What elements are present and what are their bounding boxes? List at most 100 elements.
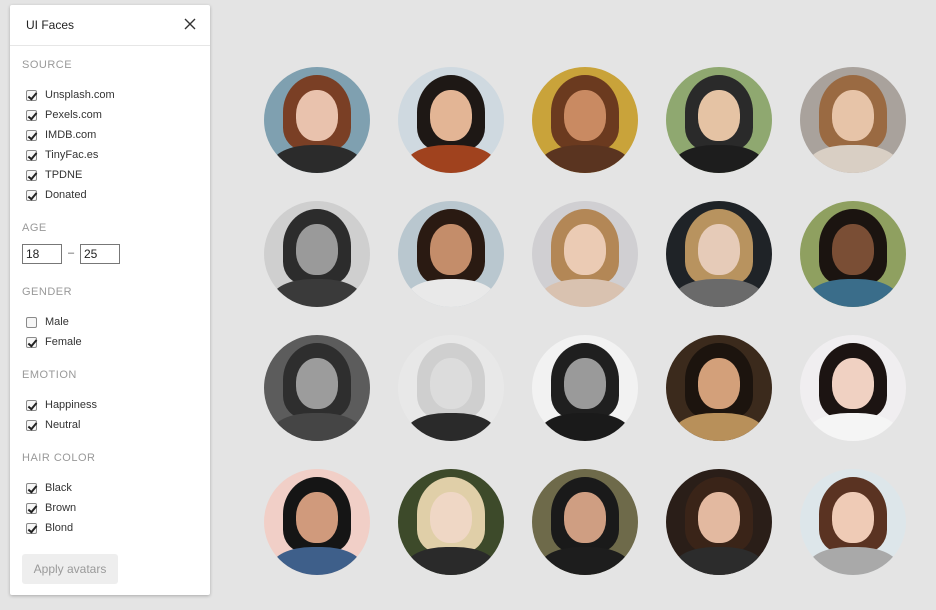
checkbox[interactable] (26, 482, 37, 494)
checkbox[interactable] (26, 522, 37, 534)
option-label: Unsplash.com (45, 89, 115, 101)
source-option-imdb[interactable]: IMDB.com (26, 128, 96, 142)
avatar-face (429, 358, 473, 410)
option-label: Pexels.com (45, 109, 102, 121)
avatar-photo[interactable] (800, 335, 906, 441)
source-option-pexels[interactable]: Pexels.com (26, 108, 102, 122)
avatar-face (697, 224, 741, 276)
gender-option-female[interactable]: Female (26, 335, 82, 349)
avatar-photo[interactable] (666, 335, 772, 441)
checkbox[interactable] (26, 169, 37, 181)
avatar-shoulders (540, 547, 630, 575)
avatar-face (429, 492, 473, 544)
avatar-face (295, 492, 339, 544)
avatar-shoulders (406, 413, 496, 441)
checkbox[interactable] (26, 129, 37, 141)
avatar-face (429, 224, 473, 276)
option-label: Blond (45, 522, 74, 534)
avatar-face (697, 90, 741, 142)
option-label: TinyFac.es (45, 149, 99, 161)
avatar-shoulders (406, 279, 496, 307)
ui-faces-panel: UI Faces SOURCE Unsplash.com Pexels.com … (10, 5, 210, 595)
avatar-photo[interactable] (532, 201, 638, 307)
emotion-option-happiness[interactable]: Happiness (26, 398, 97, 412)
avatar-photo[interactable] (398, 335, 504, 441)
avatar-shoulders (406, 145, 496, 173)
avatar-shoulders (674, 145, 764, 173)
avatar-shoulders (540, 279, 630, 307)
emotion-option-neutral[interactable]: Neutral (26, 418, 80, 432)
avatar-photo[interactable] (398, 201, 504, 307)
avatar-face (295, 358, 339, 410)
avatar-photo[interactable] (398, 67, 504, 173)
checkbox[interactable] (26, 109, 37, 121)
avatar-photo[interactable] (666, 67, 772, 173)
hair-color-section-label: HAIR COLOR (22, 452, 96, 464)
checkbox[interactable] (26, 336, 37, 348)
checkbox[interactable] (26, 89, 37, 101)
avatar-shoulders (808, 413, 898, 441)
avatar-photo[interactable] (264, 201, 370, 307)
avatar-photo[interactable] (532, 335, 638, 441)
option-label: Neutral (45, 419, 81, 431)
option-label: Black (45, 482, 72, 494)
gender-option-male[interactable]: Male (26, 315, 69, 329)
avatar-photo[interactable] (264, 469, 370, 575)
age-min-input[interactable] (22, 244, 62, 264)
hair-option-blond[interactable]: Blond (26, 521, 73, 535)
avatar-shoulders (540, 145, 630, 173)
age-section-label: AGE (22, 222, 47, 234)
avatar-face (831, 90, 875, 142)
avatar-face (563, 90, 607, 142)
checkbox[interactable] (26, 502, 37, 514)
avatar-photo[interactable] (666, 201, 772, 307)
checkbox[interactable] (26, 399, 37, 411)
source-option-donated[interactable]: Donated (26, 188, 87, 202)
avatar-photo[interactable] (264, 67, 370, 173)
avatar-shoulders (674, 279, 764, 307)
avatar-photo[interactable] (264, 335, 370, 441)
avatar-photo[interactable] (800, 67, 906, 173)
avatar-shoulders (272, 413, 362, 441)
avatar-photo[interactable] (532, 67, 638, 173)
avatar-photo[interactable] (800, 469, 906, 575)
age-max-input[interactable] (80, 244, 120, 264)
avatar-face (563, 224, 607, 276)
checkbox[interactable] (26, 189, 37, 201)
age-separator: – (68, 247, 75, 259)
checkbox[interactable] (26, 149, 37, 161)
option-label: Male (45, 316, 69, 328)
source-option-tinyfaces[interactable]: TinyFac.es (26, 148, 98, 162)
source-option-tpdne[interactable]: TPDNE (26, 168, 82, 182)
avatar-photo[interactable] (800, 201, 906, 307)
source-section-label: SOURCE (22, 59, 73, 71)
emotion-section-label: EMOTION (22, 369, 77, 381)
checkbox[interactable] (26, 419, 37, 431)
option-label: IMDB.com (45, 129, 97, 141)
panel-header: UI Faces (10, 5, 210, 46)
checkbox[interactable] (26, 316, 37, 328)
avatar-photo[interactable] (398, 469, 504, 575)
avatar-photo[interactable] (532, 469, 638, 575)
avatar-face (831, 492, 875, 544)
panel-title: UI Faces (26, 18, 75, 32)
avatar-shoulders (272, 145, 362, 173)
avatar-face (697, 492, 741, 544)
close-icon[interactable] (182, 16, 198, 32)
apply-avatars-button[interactable]: Apply avatars (22, 554, 118, 584)
avatar-shoulders (540, 413, 630, 441)
avatar-shoulders (808, 145, 898, 173)
avatar-photo[interactable] (666, 469, 772, 575)
hair-option-black[interactable]: Black (26, 481, 72, 495)
avatar-face (697, 358, 741, 410)
avatar-face (563, 492, 607, 544)
avatar-shoulders (808, 279, 898, 307)
source-option-unsplash[interactable]: Unsplash.com (26, 88, 115, 102)
gender-section-label: GENDER (22, 286, 73, 298)
hair-option-brown[interactable]: Brown (26, 501, 76, 515)
avatar-shoulders (272, 547, 362, 575)
option-label: Brown (45, 502, 77, 514)
option-label: Female (45, 336, 82, 348)
avatar-face (563, 358, 607, 410)
avatar-shoulders (808, 547, 898, 575)
